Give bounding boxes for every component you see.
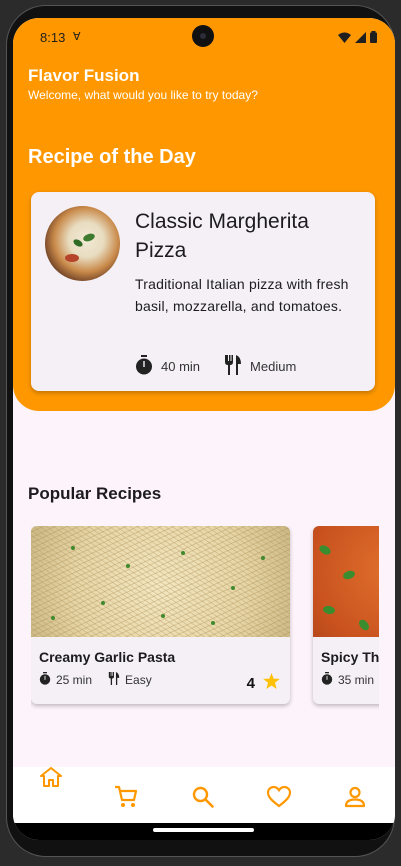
app-screen: 8:13 ∀ Flavor Fusion Welcome, what would… <box>13 18 395 840</box>
cart-icon <box>115 785 138 807</box>
curry-image <box>313 526 379 637</box>
recipe-card-difficulty: Easy <box>125 673 152 687</box>
search-icon <box>192 786 214 808</box>
battery-icon <box>370 31 377 43</box>
recipe-card-meta: 25 min Easy <box>39 672 168 688</box>
pasta-image <box>31 526 290 637</box>
pizza-image <box>45 206 120 281</box>
featured-recipe-meta: 40 min Medium <box>135 355 320 378</box>
nav-cart[interactable] <box>106 777 146 817</box>
signal-icon <box>355 31 366 43</box>
nav-profile[interactable] <box>335 777 375 817</box>
recipe-card-time: 35 min <box>338 673 375 687</box>
header-banner: 8:13 ∀ Flavor Fusion Welcome, what would… <box>13 18 395 411</box>
rating-value: 4 <box>246 674 255 692</box>
system-icons <box>338 31 377 43</box>
recipe-card-title: Spicy Thai Curry <box>321 649 379 665</box>
recipe-card-meta: 35 min <box>321 672 379 688</box>
nav-search[interactable] <box>183 777 223 817</box>
recipe-card-rating: 4 <box>247 673 280 693</box>
utensils-icon <box>224 355 242 378</box>
home-indicator[interactable] <box>153 828 254 832</box>
app-title: Flavor Fusion <box>28 66 140 85</box>
timer-icon <box>321 672 333 688</box>
recipe-card-title: Creamy Garlic Pasta <box>39 649 176 665</box>
heart-icon <box>267 786 291 808</box>
home-icon <box>40 767 62 787</box>
popular-recipes-carousel[interactable]: Creamy Garlic Pasta 25 min Easy 4 Spicy … <box>31 526 379 716</box>
profile-icon <box>344 786 366 808</box>
featured-recipe-title: Classic Margherita Pizza <box>135 210 309 262</box>
popular-recipes-heading: Popular Recipes <box>28 484 162 503</box>
featured-recipe-difficulty: Medium <box>250 359 297 374</box>
featured-recipe-card[interactable]: Classic Margherita Pizza Traditional Ita… <box>31 192 375 391</box>
welcome-subtitle: Welcome, what would you like to try toda… <box>28 88 258 102</box>
status-time: 8:13 <box>40 30 66 45</box>
nav-home[interactable] <box>31 757 71 797</box>
nav-favorites[interactable] <box>259 777 299 817</box>
featured-recipe-time: 40 min <box>161 359 201 374</box>
recipe-card-time: 25 min <box>56 673 93 687</box>
front-camera <box>192 25 214 47</box>
network-indicator-icon: ∀ <box>73 31 81 43</box>
wifi-icon <box>338 32 351 43</box>
featured-recipe-description: Traditional Italian pizza with fresh bas… <box>135 276 349 314</box>
star-icon <box>263 673 280 693</box>
recipe-card[interactable]: Spicy Thai Curry 35 min <box>313 526 379 704</box>
utensils-icon <box>108 672 120 688</box>
timer-icon <box>135 355 153 378</box>
timer-icon <box>39 672 51 688</box>
recipe-of-the-day-heading: Recipe of the Day <box>28 146 196 168</box>
bottom-navigation <box>13 767 395 823</box>
recipe-card[interactable]: Creamy Garlic Pasta 25 min Easy 4 <box>31 526 290 704</box>
